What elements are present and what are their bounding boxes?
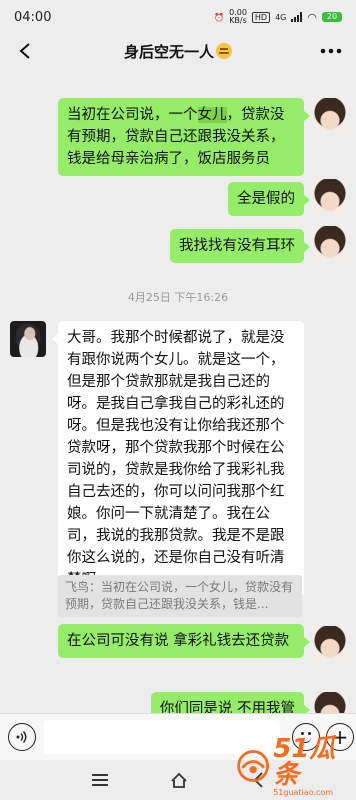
voice-icon — [16, 731, 27, 743]
chevron-left-icon — [19, 43, 30, 59]
net-speed: 0.00 KB/s — [229, 8, 247, 25]
my-avatar[interactable] — [312, 226, 348, 262]
message-bubble-received[interactable]: 大哥。我那个时候都说了，就是没有跟你说两个女儿。就是这一个，但是那个贷款那就是我… — [52, 321, 304, 597]
message-list[interactable]: 当初在公司说，一个女儿，贷款没有预期，贷款自己还跟我没关系，钱是给母亲治病了，饭… — [0, 68, 356, 713]
pensive-face-emoji — [216, 42, 232, 59]
message-bubble-sent[interactable]: 我找找有没有耳环 — [170, 229, 310, 263]
contact-avatar[interactable] — [10, 321, 46, 357]
signal-icon — [291, 12, 303, 22]
my-avatar[interactable] — [312, 98, 348, 134]
timestamp: 4月25日 下午16:26 — [127, 291, 229, 304]
chat-title: 身后空无一人 — [124, 41, 232, 62]
highlighted-text: 女儿 — [197, 107, 227, 123]
more-dots-icon — [320, 48, 342, 54]
message-bubble-sent[interactable]: 在公司可没有说 拿彩礼钱去还贷款 — [58, 624, 310, 658]
more-button[interactable] — [316, 38, 346, 64]
alarm-icon: ⏰ — [214, 12, 225, 22]
message-bubble-sent[interactable]: 当初在公司说，一个女儿，贷款没有预期，贷款自己还跟我没关系，钱是给母亲治病了，饭… — [58, 98, 310, 176]
home-nav-icon[interactable] — [170, 771, 188, 789]
my-avatar[interactable] — [312, 692, 348, 713]
status-icons: ⏰ 0.00 KB/s HD 4G ◠ 20 — [214, 9, 342, 25]
menu-nav-icon[interactable] — [92, 774, 108, 786]
voice-button[interactable] — [8, 723, 36, 751]
message-bubble-sent[interactable]: 全是假的 — [228, 182, 310, 216]
site-watermark: 51瓜条 51guatiao.com — [235, 733, 353, 797]
network-type: 4G — [275, 12, 287, 22]
my-avatar[interactable] — [312, 179, 348, 215]
status-bar: 04:00 ⏰ 0.00 KB/s HD 4G ◠ 20 — [0, 0, 356, 34]
watermark-url: 51guatiao.com — [273, 787, 334, 797]
battery-icon: 20 — [322, 12, 342, 22]
hd-badge: HD — [251, 11, 271, 23]
status-time: 04:00 — [14, 9, 52, 25]
quoted-message[interactable]: 飞鸟：当初在公司说，一个女儿，贷款没有预期，贷款自己还跟我没关系，钱是... — [58, 575, 302, 617]
watermark-brand: 51瓜条 — [273, 733, 336, 790]
back-button[interactable] — [12, 38, 38, 64]
chat-header: 身后空无一人 — [0, 34, 356, 68]
wifi-icon: ◠ — [307, 10, 317, 24]
my-avatar[interactable] — [312, 626, 348, 662]
message-bubble-sent[interactable]: 你们同是说 不用我管 — [150, 692, 311, 713]
watermark-logo-icon — [237, 750, 269, 782]
